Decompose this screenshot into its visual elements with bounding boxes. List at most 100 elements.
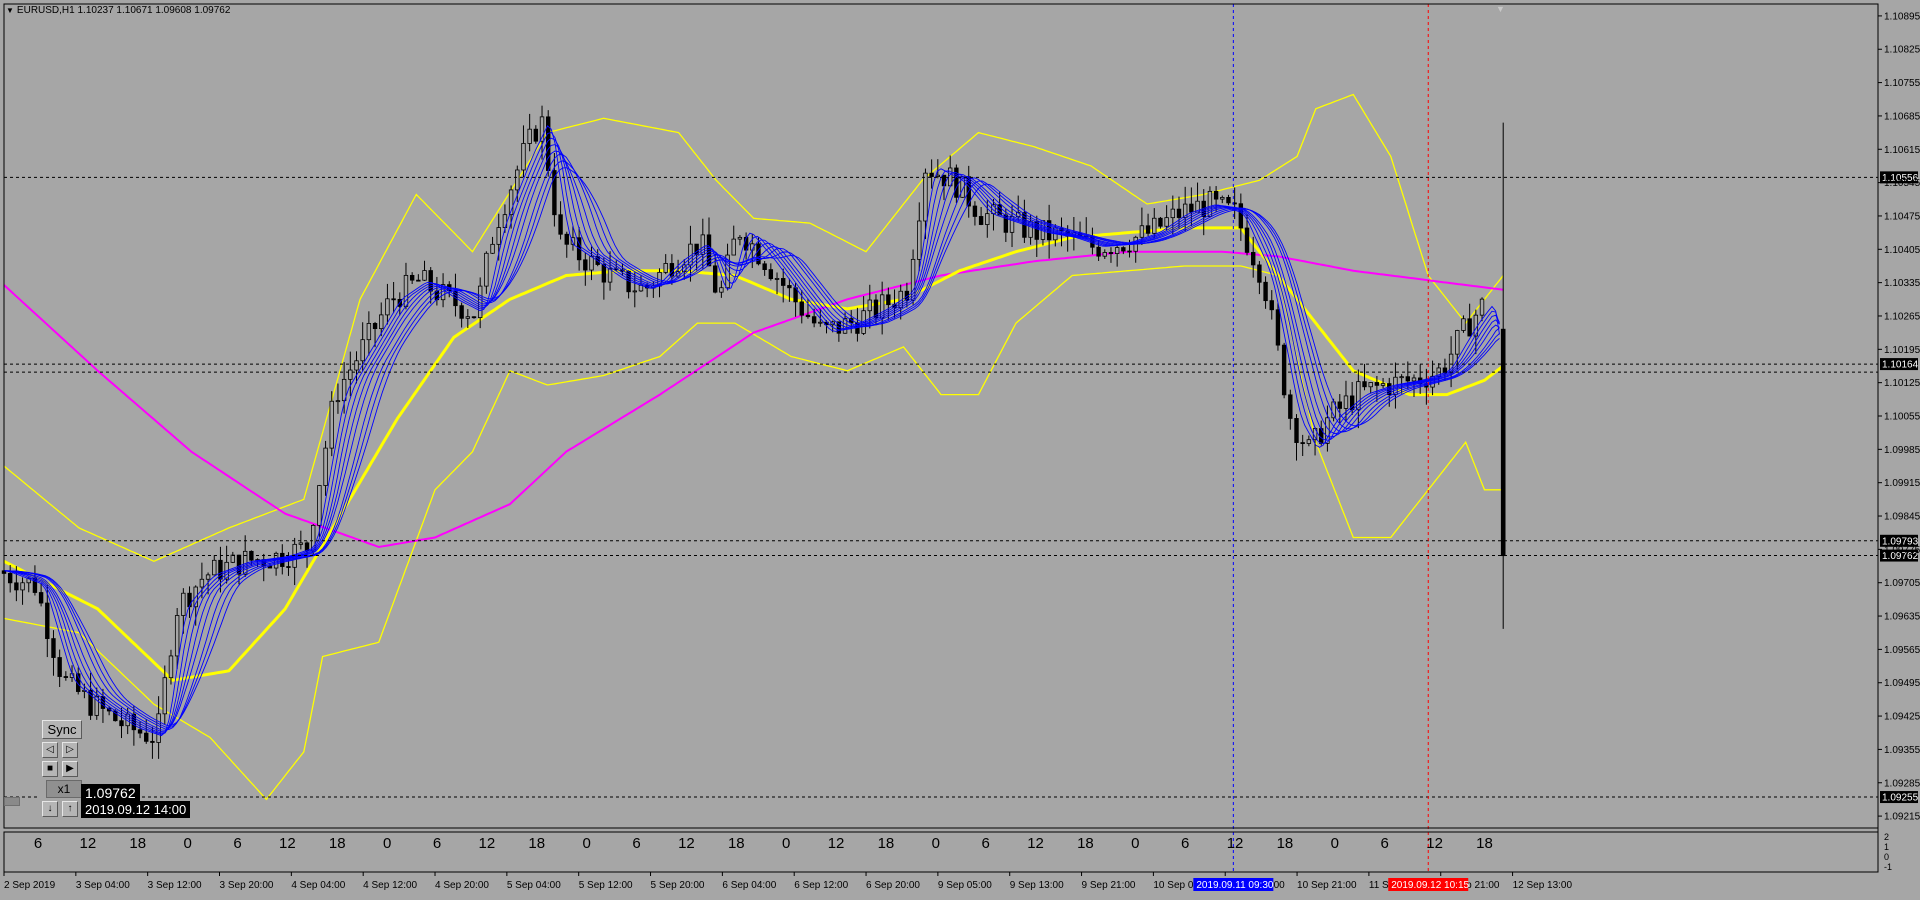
price-tick-label: 1.09635 — [1884, 612, 1920, 623]
candle-body — [1467, 318, 1472, 337]
candle-body — [601, 264, 607, 283]
candle-body — [1374, 382, 1380, 386]
ma-ribbon — [3, 125, 1500, 737]
candle-body — [335, 400, 341, 403]
candle-body — [168, 655, 174, 679]
candle-body — [385, 298, 390, 316]
candle-body — [1294, 418, 1299, 443]
time-label: 6 Sep 12:00 — [794, 880, 848, 891]
candle-body — [805, 314, 811, 318]
candle-body — [1108, 252, 1114, 254]
chart-title: ▼ EURUSD,H1 1.10237 1.10671 1.09608 1.097… — [6, 5, 230, 16]
candle-body — [583, 259, 588, 271]
speed-button[interactable]: x1 — [46, 780, 82, 798]
candle-body — [1343, 395, 1349, 409]
time-label: 4 Sep 12:00 — [363, 880, 417, 891]
candle-body — [1251, 251, 1256, 266]
candle-body — [1269, 300, 1274, 311]
candle-body — [465, 316, 471, 319]
price-axis: 1.10895 1.10825 1.10755 1.10685 1.10615 1.105… — [1878, 11, 1920, 823]
hour-label: 18 — [528, 835, 545, 852]
hour-label: 6 — [1181, 835, 1189, 852]
step-forward-icon[interactable]: ▷ — [62, 742, 78, 758]
candle-body — [484, 252, 489, 287]
candle-body — [1158, 217, 1163, 227]
sync-button[interactable]: Sync — [42, 720, 82, 739]
candle-body — [818, 321, 823, 324]
candle-body — [941, 174, 947, 187]
candle-body — [1405, 376, 1411, 382]
play-icon[interactable]: ▶ — [62, 761, 78, 777]
candle-body — [144, 732, 149, 742]
price-chart[interactable]: 1.105561.101641.097931.097621.09255 1.10… — [0, 0, 1920, 900]
stop-icon[interactable]: ■ — [42, 761, 58, 777]
candle-body — [372, 323, 378, 330]
candle-body — [768, 269, 774, 280]
candle-body — [1288, 394, 1293, 419]
candle-body — [1306, 439, 1312, 444]
ribbon-line — [3, 150, 1500, 731]
collapse-triangle-icon[interactable]: ▼ — [6, 6, 14, 15]
candle-body — [63, 676, 69, 678]
candle-body — [1127, 250, 1132, 253]
candle-body — [1455, 330, 1460, 355]
playback-controls: ■ ▶ — [42, 761, 86, 777]
candle-body — [416, 279, 421, 282]
time-label: 4 Sep 20:00 — [435, 880, 489, 891]
time-label: 9 Sep 05:00 — [938, 880, 992, 891]
time-axis: 2 Sep 2019 3 Sep 04:00 3 Sep 12:00 3 Sep 20… — [3, 872, 1573, 891]
candle-body — [51, 638, 56, 658]
arrow-down-icon[interactable]: ↓ — [42, 801, 58, 817]
chart-frame — [3, 3, 1879, 873]
candle-body — [1145, 225, 1151, 234]
time-label: 5 Sep 12:00 — [579, 880, 633, 891]
chart-shift-marker-icon[interactable]: ▼ — [1496, 4, 1505, 14]
candle-body — [638, 284, 644, 292]
candle-body — [1121, 247, 1126, 252]
candle-body — [867, 299, 872, 312]
indicator-scale-label: 1 — [1884, 842, 1889, 852]
price-tick-label: 1.09915 — [1884, 478, 1920, 489]
arrow-up-icon[interactable]: ↑ — [62, 801, 78, 817]
ribbon-line — [3, 131, 1500, 735]
candle-body — [20, 582, 25, 591]
candle-body — [150, 740, 155, 743]
time-badge-label: 2019.09.11 09:30 — [1196, 880, 1274, 891]
candle-body — [1411, 377, 1417, 382]
price-tick-label: 1.10895 — [1884, 11, 1920, 22]
last-candle-body — [1500, 328, 1506, 557]
candle-body — [1399, 376, 1404, 379]
price-tick-label: 1.10055 — [1884, 412, 1920, 423]
candle-body — [1164, 217, 1169, 227]
price-tick-label: 1.09565 — [1884, 645, 1920, 656]
candle-body — [663, 263, 668, 273]
candle-body — [1189, 203, 1194, 213]
candle-body — [1368, 382, 1373, 388]
chart-title-text: EURUSD,H1 1.10237 1.10671 1.09608 1.0976… — [16, 5, 231, 16]
price-tick-label: 1.09705 — [1884, 578, 1920, 589]
time-label: 3 Sep 04:00 — [76, 880, 130, 891]
candle-body — [1238, 203, 1244, 229]
panel-grip-handle[interactable] — [4, 797, 20, 806]
step-back-icon[interactable]: ◁ — [42, 742, 58, 758]
indicator-scale-label: -1 — [1884, 862, 1892, 872]
candle-body — [162, 677, 167, 715]
hour-label: 12 — [678, 835, 695, 852]
candle-body — [886, 294, 891, 306]
candle-body — [1226, 197, 1231, 204]
candle-body — [1362, 381, 1367, 388]
price-tick-label: 1.10545 — [1884, 178, 1920, 189]
ribbon-line — [3, 144, 1500, 733]
hour-label: 0 — [183, 835, 191, 852]
candle-body — [546, 116, 551, 171]
long-moving-average — [3, 250, 1504, 549]
candle-body — [181, 592, 186, 616]
price-tick-label: 1.10265 — [1884, 311, 1920, 322]
candle-body — [1152, 217, 1157, 234]
bollinger-bands — [3, 93, 1504, 801]
candle-body — [607, 268, 613, 283]
price-tick-label: 1.09355 — [1884, 745, 1920, 756]
hour-label: 0 — [782, 835, 790, 852]
candle-body — [781, 278, 786, 286]
level-badge-label: 1.09255 — [1882, 793, 1919, 804]
